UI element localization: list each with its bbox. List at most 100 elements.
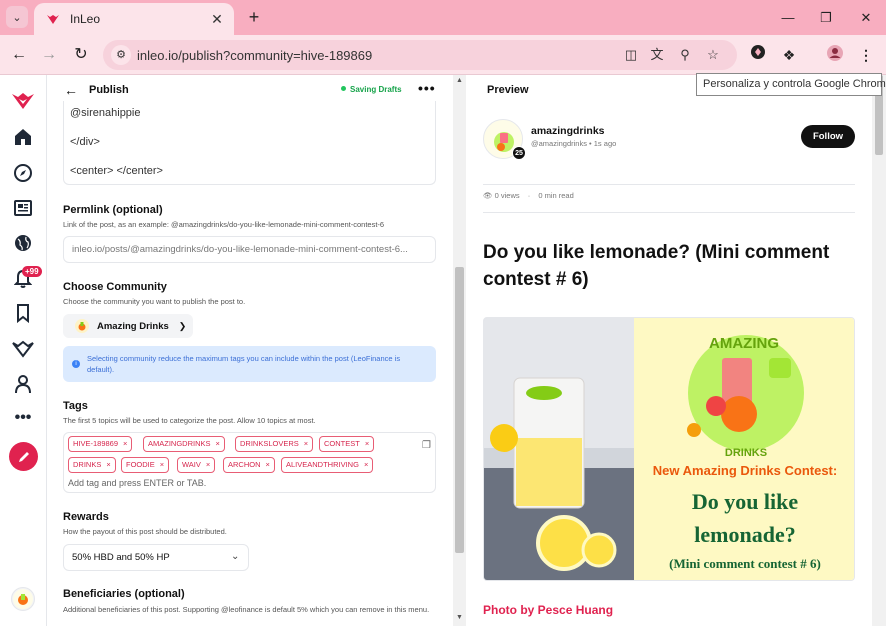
editor-scrollbar[interactable]: ▲ ▼: [453, 75, 466, 626]
community-label: Choose Community: [63, 281, 167, 293]
tag-chip[interactable]: ALIVEANDTHRIVING ×: [281, 457, 374, 473]
page-title: Publish: [89, 84, 129, 96]
profile-avatar[interactable]: [824, 44, 846, 66]
rewards-select[interactable]: 50% HBD and 50% HP ⌄: [63, 544, 249, 571]
remove-tag-icon[interactable]: ×: [216, 439, 220, 448]
chrome-menu-icon[interactable]: ⋮: [855, 44, 877, 66]
logo-top-text: AMAZING: [709, 335, 779, 352]
reload-icon[interactable]: ↻: [70, 44, 92, 66]
tag-chip[interactable]: AMAZINGDRINKS ×: [143, 436, 225, 452]
back-icon[interactable]: ←: [8, 44, 30, 66]
logo-bottom-text: DRINKS: [725, 447, 767, 459]
info-icon: i: [72, 360, 80, 368]
back-arrow-icon[interactable]: ←: [64, 82, 78, 98]
home-icon[interactable]: [11, 125, 35, 149]
copy-icon[interactable]: ❐: [422, 440, 431, 451]
tag-chip[interactable]: HIVE-189869 ×: [68, 436, 133, 452]
extension-icon[interactable]: [747, 44, 769, 66]
author-name[interactable]: amazingdrinks: [531, 125, 605, 137]
remove-tag-icon[interactable]: ×: [304, 439, 308, 448]
page-scrollbar[interactable]: [872, 75, 886, 626]
scroll-down-icon[interactable]: ▼: [455, 614, 464, 624]
community-info-note: i Selecting community reduce the maximum…: [63, 346, 436, 382]
tag-label: HIVE-189869: [73, 439, 119, 448]
tags-input[interactable]: HIVE-189869 × AMAZINGDRINKS × DRINKSLOVERS…: [63, 432, 436, 493]
follow-button[interactable]: Follow: [801, 125, 855, 148]
url-text[interactable]: inleo.io/publish?community=hive-189869: [137, 48, 372, 63]
remove-tag-icon[interactable]: ×: [365, 439, 369, 448]
bookmark-icon[interactable]: [11, 301, 35, 325]
compose-button[interactable]: [9, 442, 38, 471]
scroll-up-icon[interactable]: ▲: [455, 77, 464, 87]
tag-label: ARCHON: [228, 460, 261, 469]
editor-panel: ← Publish Saving Drafts ••• @sirenahippi…: [48, 75, 452, 626]
poster-line3: lemonade?: [694, 522, 795, 547]
community-avatar[interactable]: [11, 587, 35, 611]
amazing-drinks-logo-icon: [75, 319, 89, 333]
body-line: @sirenahippie: [70, 107, 141, 119]
divider: [483, 184, 855, 185]
community-selected: Amazing Drinks: [97, 320, 169, 332]
amazing-drinks-logo-icon: [13, 589, 33, 609]
tag-chip[interactable]: CONTEST ×: [319, 436, 375, 452]
chrome-menu-tooltip: Personaliza y controla Google Chrome: [696, 73, 886, 96]
tags-desc: The first 5 topics will be used to categ…: [63, 416, 316, 425]
extension-logo-icon: [751, 45, 765, 59]
poster-line2: Do you like: [692, 489, 799, 514]
bookmark-star-icon[interactable]: ☆: [705, 47, 721, 63]
profile-nav-icon[interactable]: [11, 372, 35, 396]
browser-tab[interactable]: InLeo ✕: [34, 3, 234, 35]
close-window-icon[interactable]: ✕: [856, 8, 876, 28]
chevron-down-icon: ⌄: [12, 11, 22, 24]
compass-icon[interactable]: [11, 161, 35, 185]
editor-scroll-thumb[interactable]: [455, 267, 464, 553]
permlink-label: Permlink (optional): [63, 204, 163, 216]
profile-icon: [827, 45, 843, 61]
remove-tag-icon[interactable]: ×: [123, 439, 127, 448]
remove-tag-icon[interactable]: ×: [160, 460, 164, 469]
remove-tag-icon[interactable]: ×: [206, 460, 210, 469]
rewards-label: Rewards: [63, 511, 109, 523]
tag-chip[interactable]: DRINKS ×: [68, 457, 116, 473]
install-app-icon[interactable]: ◫: [623, 47, 639, 63]
tag-input-placeholder[interactable]: Add tag and press ENTER or TAB.: [68, 478, 206, 488]
reputation-badge: 25: [512, 146, 526, 160]
remove-tag-icon[interactable]: ×: [106, 460, 110, 469]
photo-credit[interactable]: Photo by Pesce Huang: [483, 603, 613, 617]
author-meta: @amazingdrinks • 1s ago: [531, 139, 617, 148]
address-bar[interactable]: ⚙ inleo.io/publish?community=hive-189869…: [103, 40, 737, 70]
new-tab-button[interactable]: +: [244, 7, 264, 27]
beneficiaries-label: Beneficiaries (optional): [63, 588, 185, 600]
tag-chip[interactable]: ARCHON ×: [223, 457, 275, 473]
site-info-icon[interactable]: ⚙: [111, 45, 131, 65]
save-status-text: Saving Drafts: [350, 85, 402, 94]
zoom-icon[interactable]: ⚲: [677, 47, 693, 63]
remove-tag-icon[interactable]: ×: [266, 460, 270, 469]
leo-icon[interactable]: [11, 337, 35, 361]
forward-icon[interactable]: →: [38, 44, 60, 66]
restore-icon[interactable]: ❐: [816, 8, 836, 28]
tag-chip[interactable]: DRINKSLOVERS ×: [235, 436, 314, 452]
community-select[interactable]: Amazing Drinks ❯: [63, 314, 193, 338]
more-options-icon[interactable]: •••: [418, 80, 436, 96]
separator: ·: [527, 191, 531, 200]
minimize-icon[interactable]: —: [778, 8, 798, 28]
divider: [483, 212, 855, 213]
extensions-puzzle-icon[interactable]: ❖: [778, 44, 800, 66]
close-tab-icon[interactable]: ✕: [208, 11, 226, 28]
tag-chip[interactable]: WAIV ×: [177, 457, 216, 473]
leo-logo-icon[interactable]: [11, 89, 35, 113]
tag-label: DRINKSLOVERS: [240, 439, 299, 448]
permlink-input[interactable]: inleo.io/posts/@amazingdrinks/do-you-lik…: [63, 236, 436, 263]
tab-search-button[interactable]: ⌄: [6, 6, 28, 28]
eye-icon: 👁: [483, 191, 493, 200]
globe-icon[interactable]: [11, 231, 35, 255]
tag-chip[interactable]: FOODIE ×: [121, 457, 170, 473]
translate-icon[interactable]: 文: [649, 47, 665, 63]
news-icon[interactable]: [11, 196, 35, 220]
post-body-editor[interactable]: @sirenahippie </div> <center> </center>: [63, 101, 436, 185]
app-sidebar: +99 •••: [0, 75, 47, 626]
more-icon[interactable]: •••: [11, 406, 35, 430]
remove-tag-icon[interactable]: ×: [364, 460, 368, 469]
post-title: Do you like lemonade? (Mini comment cont…: [483, 242, 830, 290]
